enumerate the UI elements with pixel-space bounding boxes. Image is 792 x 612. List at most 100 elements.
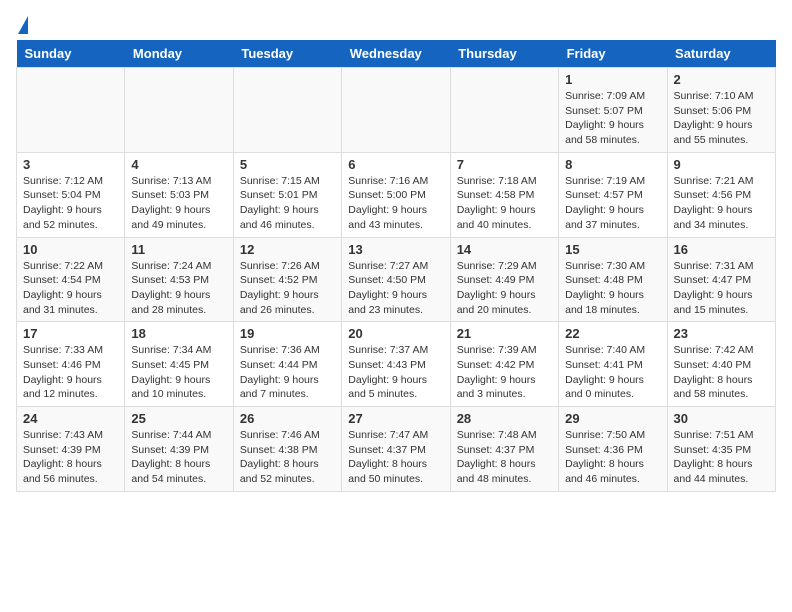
day-number: 6	[348, 157, 443, 172]
day-number: 22	[565, 326, 660, 341]
header-day-friday: Friday	[559, 40, 667, 68]
calendar-cell: 6 Sunrise: 7:16 AM Sunset: 5:00 PM Daylig…	[342, 152, 450, 237]
day-info: Sunrise: 7:31 AM Sunset: 4:47 PM Dayligh…	[674, 259, 769, 318]
page-header	[16, 16, 776, 32]
day-info: Sunrise: 7:24 AM Sunset: 4:53 PM Dayligh…	[131, 259, 226, 318]
day-number: 1	[565, 72, 660, 87]
day-info: Sunrise: 7:34 AM Sunset: 4:45 PM Dayligh…	[131, 343, 226, 402]
calendar-body: 1Sunrise: 7:09 AM Sunset: 5:07 PM Daylig…	[17, 68, 776, 492]
day-number: 20	[348, 326, 443, 341]
day-info: Sunrise: 7:30 AM Sunset: 4:48 PM Dayligh…	[565, 259, 660, 318]
day-info: Sunrise: 7:42 AM Sunset: 4:40 PM Dayligh…	[674, 343, 769, 402]
calendar-header: SundayMondayTuesdayWednesdayThursdayFrid…	[17, 40, 776, 68]
day-number: 4	[131, 157, 226, 172]
calendar-cell: 19Sunrise: 7:36 AM Sunset: 4:44 PM Dayli…	[233, 322, 341, 407]
calendar-cell: 2 Sunrise: 7:10 AM Sunset: 5:06 PM Daylig…	[667, 68, 775, 153]
calendar-cell: 26Sunrise: 7:46 AM Sunset: 4:38 PM Dayli…	[233, 407, 341, 492]
calendar-cell: 3 Sunrise: 7:12 AM Sunset: 5:04 PM Daylig…	[17, 152, 125, 237]
day-number: 30	[674, 411, 769, 426]
day-number: 3	[23, 157, 118, 172]
week-row-1: 3 Sunrise: 7:12 AM Sunset: 5:04 PM Daylig…	[17, 152, 776, 237]
day-info: Sunrise: 7:29 AM Sunset: 4:49 PM Dayligh…	[457, 259, 552, 318]
calendar-cell: 20 Sunrise: 7:37 AM Sunset: 4:43 PM Dayli…	[342, 322, 450, 407]
day-info: Sunrise: 7:51 AM Sunset: 4:35 PM Dayligh…	[674, 428, 769, 487]
day-number: 24	[23, 411, 118, 426]
day-number: 17	[23, 326, 118, 341]
day-number: 26	[240, 411, 335, 426]
header-day-sunday: Sunday	[17, 40, 125, 68]
calendar-cell: 21 Sunrise: 7:39 AM Sunset: 4:42 PM Dayli…	[450, 322, 558, 407]
day-number: 18	[131, 326, 226, 341]
calendar-cell: 30 Sunrise: 7:51 AM Sunset: 4:35 PM Dayli…	[667, 407, 775, 492]
calendar-cell	[233, 68, 341, 153]
day-number: 16	[674, 242, 769, 257]
day-number: 13	[348, 242, 443, 257]
calendar-cell: 16 Sunrise: 7:31 AM Sunset: 4:47 PM Dayli…	[667, 237, 775, 322]
calendar-cell: 29 Sunrise: 7:50 AM Sunset: 4:36 PM Dayli…	[559, 407, 667, 492]
day-info: Sunrise: 7:16 AM Sunset: 5:00 PM Dayligh…	[348, 174, 443, 233]
day-number: 28	[457, 411, 552, 426]
day-number: 9	[674, 157, 769, 172]
week-row-0: 1Sunrise: 7:09 AM Sunset: 5:07 PM Daylig…	[17, 68, 776, 153]
day-number: 2	[674, 72, 769, 87]
calendar-cell: 11 Sunrise: 7:24 AM Sunset: 4:53 PM Dayli…	[125, 237, 233, 322]
day-number: 25	[131, 411, 226, 426]
header-day-monday: Monday	[125, 40, 233, 68]
calendar-cell	[17, 68, 125, 153]
week-row-3: 17 Sunrise: 7:33 AM Sunset: 4:46 PM Dayli…	[17, 322, 776, 407]
calendar-cell: 28 Sunrise: 7:48 AM Sunset: 4:37 PM Dayli…	[450, 407, 558, 492]
day-info: Sunrise: 7:15 AM Sunset: 5:01 PM Dayligh…	[240, 174, 335, 233]
calendar-cell: 5Sunrise: 7:15 AM Sunset: 5:01 PM Daylig…	[233, 152, 341, 237]
day-number: 8	[565, 157, 660, 172]
calendar-cell: 9 Sunrise: 7:21 AM Sunset: 4:56 PM Daylig…	[667, 152, 775, 237]
calendar-cell: 23 Sunrise: 7:42 AM Sunset: 4:40 PM Dayli…	[667, 322, 775, 407]
day-number: 19	[240, 326, 335, 341]
calendar-cell	[450, 68, 558, 153]
header-day-wednesday: Wednesday	[342, 40, 450, 68]
day-info: Sunrise: 7:33 AM Sunset: 4:46 PM Dayligh…	[23, 343, 118, 402]
calendar-cell: 25 Sunrise: 7:44 AM Sunset: 4:39 PM Dayli…	[125, 407, 233, 492]
day-info: Sunrise: 7:19 AM Sunset: 4:57 PM Dayligh…	[565, 174, 660, 233]
day-info: Sunrise: 7:10 AM Sunset: 5:06 PM Dayligh…	[674, 89, 769, 148]
week-row-2: 10 Sunrise: 7:22 AM Sunset: 4:54 PM Dayli…	[17, 237, 776, 322]
calendar-cell: 1Sunrise: 7:09 AM Sunset: 5:07 PM Daylig…	[559, 68, 667, 153]
day-info: Sunrise: 7:37 AM Sunset: 4:43 PM Dayligh…	[348, 343, 443, 402]
day-info: Sunrise: 7:13 AM Sunset: 5:03 PM Dayligh…	[131, 174, 226, 233]
calendar-cell: 12Sunrise: 7:26 AM Sunset: 4:52 PM Dayli…	[233, 237, 341, 322]
calendar-cell: 8 Sunrise: 7:19 AM Sunset: 4:57 PM Daylig…	[559, 152, 667, 237]
calendar-cell: 24 Sunrise: 7:43 AM Sunset: 4:39 PM Dayli…	[17, 407, 125, 492]
day-info: Sunrise: 7:22 AM Sunset: 4:54 PM Dayligh…	[23, 259, 118, 318]
calendar-cell: 15Sunrise: 7:30 AM Sunset: 4:48 PM Dayli…	[559, 237, 667, 322]
week-row-4: 24 Sunrise: 7:43 AM Sunset: 4:39 PM Dayli…	[17, 407, 776, 492]
day-number: 27	[348, 411, 443, 426]
day-info: Sunrise: 7:27 AM Sunset: 4:50 PM Dayligh…	[348, 259, 443, 318]
header-row: SundayMondayTuesdayWednesdayThursdayFrid…	[17, 40, 776, 68]
day-number: 14	[457, 242, 552, 257]
calendar-table: SundayMondayTuesdayWednesdayThursdayFrid…	[16, 40, 776, 492]
calendar-cell: 4 Sunrise: 7:13 AM Sunset: 5:03 PM Daylig…	[125, 152, 233, 237]
calendar-cell: 7 Sunrise: 7:18 AM Sunset: 4:58 PM Daylig…	[450, 152, 558, 237]
calendar-cell: 27Sunrise: 7:47 AM Sunset: 4:37 PM Dayli…	[342, 407, 450, 492]
day-info: Sunrise: 7:43 AM Sunset: 4:39 PM Dayligh…	[23, 428, 118, 487]
day-number: 29	[565, 411, 660, 426]
day-number: 7	[457, 157, 552, 172]
day-info: Sunrise: 7:18 AM Sunset: 4:58 PM Dayligh…	[457, 174, 552, 233]
day-number: 10	[23, 242, 118, 257]
day-number: 23	[674, 326, 769, 341]
day-info: Sunrise: 7:39 AM Sunset: 4:42 PM Dayligh…	[457, 343, 552, 402]
day-info: Sunrise: 7:50 AM Sunset: 4:36 PM Dayligh…	[565, 428, 660, 487]
day-info: Sunrise: 7:12 AM Sunset: 5:04 PM Dayligh…	[23, 174, 118, 233]
calendar-cell: 17 Sunrise: 7:33 AM Sunset: 4:46 PM Dayli…	[17, 322, 125, 407]
header-day-tuesday: Tuesday	[233, 40, 341, 68]
day-number: 11	[131, 242, 226, 257]
logo-triangle-icon	[18, 16, 28, 34]
day-info: Sunrise: 7:48 AM Sunset: 4:37 PM Dayligh…	[457, 428, 552, 487]
logo	[16, 16, 28, 32]
day-number: 21	[457, 326, 552, 341]
header-day-saturday: Saturday	[667, 40, 775, 68]
calendar-cell: 22Sunrise: 7:40 AM Sunset: 4:41 PM Dayli…	[559, 322, 667, 407]
day-info: Sunrise: 7:44 AM Sunset: 4:39 PM Dayligh…	[131, 428, 226, 487]
calendar-cell: 10 Sunrise: 7:22 AM Sunset: 4:54 PM Dayli…	[17, 237, 125, 322]
calendar-cell: 14 Sunrise: 7:29 AM Sunset: 4:49 PM Dayli…	[450, 237, 558, 322]
day-info: Sunrise: 7:21 AM Sunset: 4:56 PM Dayligh…	[674, 174, 769, 233]
